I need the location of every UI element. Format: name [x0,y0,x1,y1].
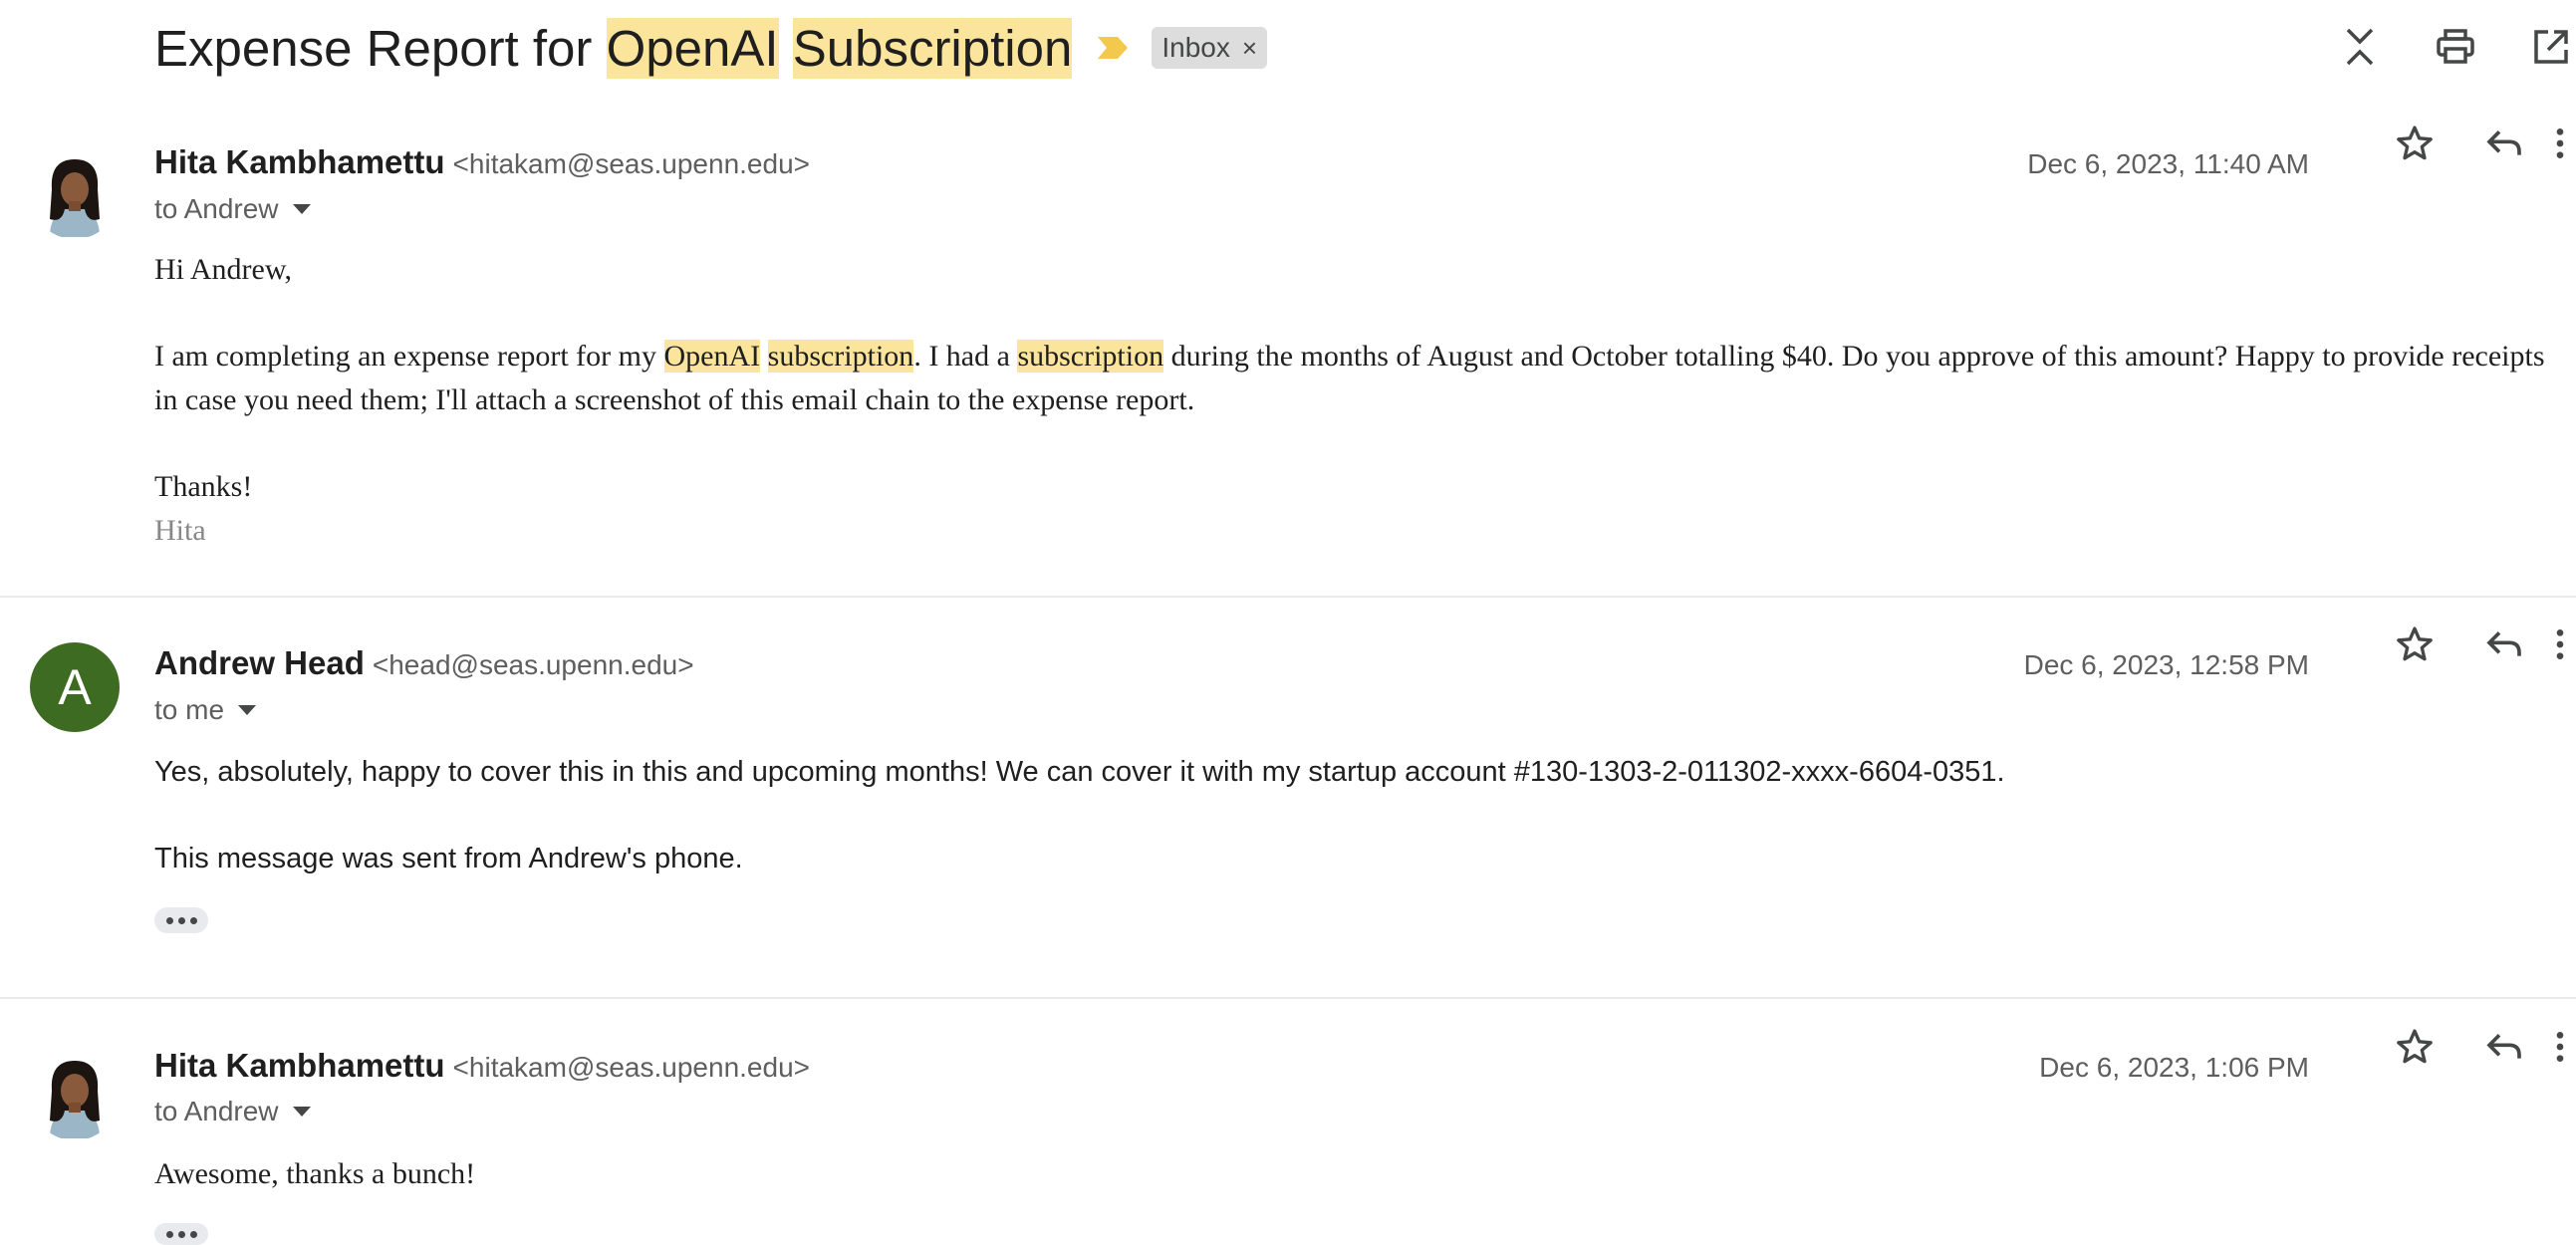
ellipsis-dot [165,1230,173,1238]
message-date: Dec 6, 2023, 12:58 PM [2023,649,2309,680]
sender-line: Hita Kambhamettu <hitakam@seas.upenn.edu> [154,1047,810,1085]
recipient-text: to me [154,694,225,725]
thread-subject: Expense Report for OpenAI Subscription [154,17,1073,79]
star-icon [2397,1029,2433,1064]
show-trimmed-content-button[interactable] [154,907,208,933]
more-options-button[interactable] [2536,1023,2576,1071]
inbox-label-chip[interactable]: Inbox × [1152,27,1268,69]
reply-icon [2486,130,2521,155]
avatar-photo-icon [30,1051,120,1140]
reply-button[interactable] [2480,621,2528,668]
body-paragraph: I am completing an expense report for my… [154,335,2545,422]
importance-marker-icon[interactable] [1098,37,1129,59]
body-text: . I had a [913,340,1018,373]
search-highlight: OpenAI [663,340,761,373]
show-details-dropdown-icon[interactable] [238,705,257,715]
avatar-photo-icon [30,149,120,239]
ellipsis-dot [177,916,185,924]
sender-email: <hitakam@seas.upenn.edu> [452,1052,810,1083]
message-body: Yes, absolutely, happy to cover this in … [154,750,2545,880]
reply-icon [2486,631,2521,656]
recipient-line: to Andrew [154,1096,311,1127]
body-text [760,340,768,373]
collapse-all-icon [2346,28,2374,66]
recipient-text: to Andrew [154,1096,279,1126]
message-date: Dec 6, 2023, 1:06 PM [2039,1052,2309,1083]
sender-email: <hitakam@seas.upenn.edu> [452,148,810,179]
reply-icon [2486,1034,2521,1059]
subject-text: Expense Report for [154,19,607,77]
more-options-button[interactable] [2536,621,2576,668]
reply-button[interactable] [2480,120,2528,167]
avatar-letter: A [58,659,92,715]
print-all-button[interactable] [2431,22,2480,72]
subject-text [779,20,793,77]
recipient-line: to me [154,694,257,726]
open-in-new-window-button[interactable] [2526,22,2576,72]
more-vert-icon [2556,629,2564,659]
label-text: Inbox [1161,32,1230,63]
message-divider [0,997,2576,999]
show-details-dropdown-icon[interactable] [292,1107,311,1117]
sender-line: Hita Kambhamettu <hitakam@seas.upenn.edu> [154,143,810,181]
sender-name[interactable]: Andrew Head [154,644,365,681]
ellipsis-dot [165,916,173,924]
show-details-dropdown-icon[interactable] [292,204,311,214]
message-date: Dec 6, 2023, 11:40 AM [2027,148,2309,179]
body-paragraph: This message was sent from Andrew's phon… [154,843,743,874]
more-options-button[interactable] [2536,120,2576,167]
sender-avatar[interactable] [30,1051,120,1140]
sender-avatar[interactable] [30,149,120,239]
search-highlight: subscription [1017,340,1164,373]
search-highlight: subscription [767,340,914,373]
sender-avatar[interactable]: A [30,642,120,732]
sender-email: <head@seas.upenn.edu> [372,649,694,680]
message-body: Hi Andrew, I am completing an expense re… [154,248,2545,553]
ellipsis-dot [189,1230,197,1238]
thread-header: Expense Report for OpenAI Subscription I… [154,12,1268,84]
reply-button[interactable] [2480,1023,2528,1071]
thread-toolbar [2289,22,2576,72]
body-paragraph: Yes, absolutely, happy to cover this in … [154,756,2005,788]
print-icon [2437,29,2474,64]
greeting-text: Hi Andrew, [154,253,293,286]
star-button[interactable] [2391,120,2439,167]
subject-highlight: Subscription [792,17,1073,79]
star-icon [2397,125,2433,160]
email-thread-view: Expense Report for OpenAI Subscription I… [0,0,2576,1245]
body-paragraph: Awesome, thanks a bunch! [154,1157,476,1190]
collapse-all-button[interactable] [2335,22,2385,72]
open-in-new-window-icon [2534,30,2568,64]
subject-highlight: OpenAI [606,17,779,79]
recipient-text: to Andrew [154,193,279,224]
sender-name[interactable]: Hita Kambhamettu [154,143,445,180]
message-body: Awesome, thanks a bunch! [154,1152,2545,1196]
ellipsis-dot [177,1230,185,1238]
show-trimmed-content-button[interactable] [154,1223,208,1245]
more-vert-icon [2556,1032,2564,1062]
ellipsis-dot [189,916,197,924]
sender-name[interactable]: Hita Kambhamettu [154,1047,445,1084]
message-divider [0,596,2576,598]
more-vert-icon [2556,128,2564,158]
sender-line: Andrew Head <head@seas.upenn.edu> [154,644,694,682]
closing-text: Thanks! [154,470,253,503]
body-text: I am completing an expense report for my [154,340,664,373]
signature-text: Hita [154,514,206,547]
star-button[interactable] [2391,1023,2439,1071]
star-button[interactable] [2391,621,2439,668]
star-icon [2397,626,2433,661]
remove-label-button[interactable]: × [1242,33,1257,64]
recipient-line: to Andrew [154,193,311,225]
